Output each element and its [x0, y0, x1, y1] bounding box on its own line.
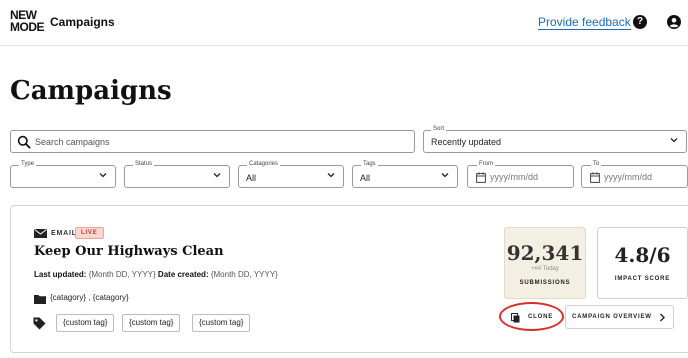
submissions-today: +## Today [531, 266, 559, 272]
last-updated-label: Last updated: [34, 270, 87, 279]
search-input[interactable] [35, 134, 405, 150]
tag-icon [33, 317, 46, 330]
tags-filter-value: All [360, 173, 371, 183]
last-updated-value: {Month DD, YYYY} [88, 270, 156, 279]
campaign-type-label: EMAIL [51, 230, 77, 237]
search-box[interactable] [10, 130, 415, 153]
tag-chip[interactable]: {custom tag} [56, 314, 115, 332]
impact-score-stat: 4.8/6 IMPACT SCORE [597, 227, 688, 299]
categories-filter-value: All [246, 173, 257, 183]
tags-filter-label: Tags [361, 161, 378, 167]
impact-score-value: 4.8/6 [614, 243, 671, 267]
chevron-down-icon [99, 172, 107, 177]
logo-line-2: MODE [10, 20, 45, 34]
from-date-field[interactable]: yyyy/mm/dd [467, 165, 574, 188]
categories-filter-label: Catagories [247, 161, 281, 167]
help-circle-icon[interactable]: ? [633, 15, 647, 29]
tag-chip[interactable]: {custom tag} [192, 314, 251, 332]
search-icon [17, 135, 31, 149]
type-filter-label: Type [19, 161, 37, 167]
sort-value: Recently updated [431, 137, 502, 147]
live-status-badge: LIVE [75, 227, 104, 239]
tag-chip[interactable]: {custom tag} [122, 314, 181, 332]
calendar-icon [476, 172, 486, 183]
page-title: Campaigns [10, 76, 172, 106]
submissions-count: 92,341 [506, 241, 584, 265]
campaign-card[interactable]: EMAIL LIVE Keep Our Highways Clean Last … [10, 205, 688, 353]
from-date-label: From [477, 161, 495, 167]
top-navigation-bar: NEW MODE Campaigns Provide feedback ? [0, 0, 688, 46]
clone-button-label: CLONE [528, 314, 553, 320]
submissions-stat: 92,341 +## Today SUBMISSIONS [504, 227, 586, 299]
status-filter-select[interactable] [124, 165, 230, 188]
newmode-logo[interactable]: NEW MODE [10, 9, 45, 34]
from-date-placeholder: yyyy/mm/dd [490, 172, 539, 182]
impact-score-label: IMPACT SCORE [614, 276, 671, 282]
to-date-label: To [591, 161, 602, 167]
campaign-overview-button[interactable]: CAMPAIGN OVERVIEW [565, 305, 674, 329]
nav-section-title: Campaigns [50, 15, 115, 29]
campaign-categories: {catagory} , {catagory} [50, 293, 129, 302]
type-filter-select[interactable] [10, 165, 116, 188]
calendar-icon [590, 172, 600, 183]
sort-select[interactable]: Recently updated [423, 130, 687, 153]
envelope-icon [34, 229, 47, 238]
campaign-dates: Last updated: {Month DD, YYYY} Date crea… [34, 270, 278, 279]
campaign-title[interactable]: Keep Our Highways Clean [34, 244, 224, 259]
date-created-value: {Month DD, YYYY} [210, 270, 278, 279]
chevron-down-icon [670, 137, 678, 142]
tags-filter-select[interactable]: All [352, 165, 458, 188]
campaign-overview-label: CAMPAIGN OVERVIEW [572, 314, 652, 320]
folder-icon [34, 295, 46, 304]
copy-icon [511, 313, 520, 323]
chevron-down-icon [213, 172, 221, 177]
to-date-field[interactable]: yyyy/mm/dd [581, 165, 688, 188]
chevron-down-icon [327, 172, 335, 177]
to-date-placeholder: yyyy/mm/dd [604, 172, 653, 182]
sort-label: Sort [431, 126, 447, 132]
chevron-down-icon [441, 172, 449, 177]
submissions-label: SUBMISSIONS [519, 280, 571, 286]
categories-filter-select[interactable]: All [238, 165, 344, 188]
user-circle-icon[interactable] [667, 15, 681, 29]
provide-feedback-link[interactable]: Provide feedback [538, 15, 631, 30]
date-created-label: Date created: [157, 270, 209, 279]
chevron-right-icon [660, 313, 665, 322]
clone-button[interactable]: CLONE [508, 308, 559, 328]
status-filter-label: Status [133, 161, 155, 167]
